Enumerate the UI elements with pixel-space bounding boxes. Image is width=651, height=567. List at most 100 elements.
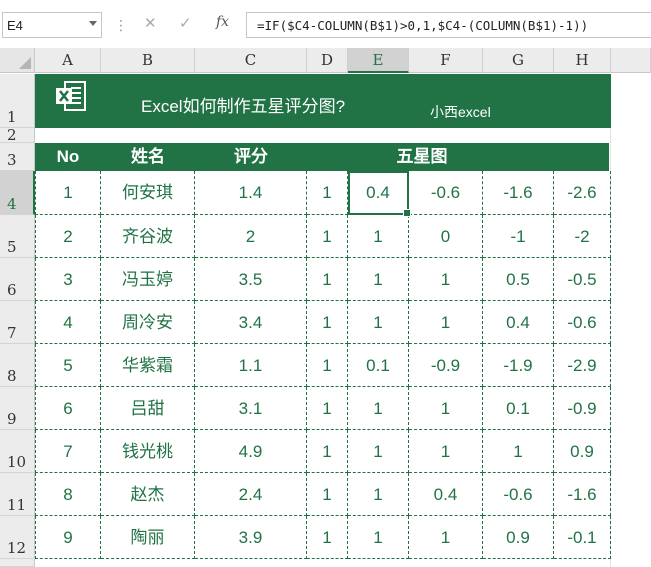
column-header-g[interactable]: G: [483, 48, 554, 73]
cell-score[interactable]: 1.4: [195, 171, 307, 215]
cell-name[interactable]: 何安琪: [101, 171, 195, 215]
cell-d[interactable]: 1: [307, 473, 348, 516]
cell-g[interactable]: 0.5: [483, 258, 554, 301]
drag-handle-icon[interactable]: ⋮: [114, 17, 128, 34]
row-header-13[interactable]: [0, 559, 35, 567]
cell-h[interactable]: -2.6: [554, 171, 611, 215]
cell-g[interactable]: -1.6: [483, 171, 554, 215]
cell-e[interactable]: 1: [348, 516, 409, 559]
cell-d[interactable]: 1: [307, 387, 348, 430]
cell-g[interactable]: -1.9: [483, 344, 554, 387]
cell-f[interactable]: 1: [409, 430, 483, 473]
cell-h[interactable]: -0.6: [554, 301, 611, 344]
cell-no[interactable]: 4: [35, 301, 101, 344]
column-header-b[interactable]: B: [101, 48, 195, 73]
chevron-down-icon[interactable]: [89, 21, 97, 26]
column-header-c[interactable]: C: [195, 48, 307, 73]
row-header-2[interactable]: 2: [0, 126, 35, 144]
cell-g[interactable]: -1: [483, 215, 554, 258]
column-header-i[interactable]: [611, 48, 651, 73]
row-header-7[interactable]: 7: [0, 301, 35, 344]
formula-input[interactable]: =IF($C4-COLUMN(B$1)>0,1,$C4-(COLUMN(B$1)…: [246, 12, 651, 38]
cell-g[interactable]: 0.9: [483, 516, 554, 559]
cell-h[interactable]: 0.9: [554, 430, 611, 473]
cell-e[interactable]: 1: [348, 430, 409, 473]
cell-h[interactable]: -1.6: [554, 473, 611, 516]
column-header-d[interactable]: D: [307, 48, 348, 73]
cell-name[interactable]: 冯玉婷: [101, 258, 195, 301]
cell-d[interactable]: 1: [307, 171, 348, 215]
row-header-10[interactable]: 10: [0, 430, 35, 473]
cell-f[interactable]: -0.9: [409, 344, 483, 387]
cell-no[interactable]: 3: [35, 258, 101, 301]
cell-f[interactable]: 1: [409, 301, 483, 344]
fill-handle[interactable]: [403, 209, 411, 217]
cell-e[interactable]: 1: [348, 258, 409, 301]
cell-score[interactable]: 3.5: [195, 258, 307, 301]
insert-function-icon[interactable]: fx: [216, 14, 229, 30]
cell-e[interactable]: 0.1: [348, 344, 409, 387]
cell-name[interactable]: 钱光桃: [101, 430, 195, 473]
name-box[interactable]: E4: [2, 12, 102, 38]
cell-e[interactable]: 1: [348, 387, 409, 430]
cell-d[interactable]: 1: [307, 301, 348, 344]
cell-h[interactable]: -2.9: [554, 344, 611, 387]
cell-name[interactable]: 齐谷波: [101, 215, 195, 258]
cell-f[interactable]: 1: [409, 258, 483, 301]
cell-g[interactable]: 0.1: [483, 387, 554, 430]
cell-e[interactable]: 1: [348, 215, 409, 258]
cell-no[interactable]: 9: [35, 516, 101, 559]
row-header-5[interactable]: 5: [0, 215, 35, 258]
cell-score[interactable]: 2.4: [195, 473, 307, 516]
cell-f[interactable]: 0.4: [409, 473, 483, 516]
cell-no[interactable]: 6: [35, 387, 101, 430]
cell-no[interactable]: 2: [35, 215, 101, 258]
cell-f[interactable]: 1: [409, 516, 483, 559]
column-header-h[interactable]: H: [554, 48, 611, 73]
cell-h[interactable]: -0.5: [554, 258, 611, 301]
cell-no[interactable]: 7: [35, 430, 101, 473]
cell-score[interactable]: 1.1: [195, 344, 307, 387]
cell-no[interactable]: 1: [35, 171, 101, 215]
column-header-f[interactable]: F: [409, 48, 483, 73]
cell-f[interactable]: -0.6: [409, 171, 483, 215]
row-header-1[interactable]: 1: [0, 74, 35, 128]
cell-d[interactable]: 1: [307, 215, 348, 258]
select-all-button[interactable]: [0, 48, 35, 73]
cell-f[interactable]: 0: [409, 215, 483, 258]
cell-score[interactable]: 2: [195, 215, 307, 258]
cell-h[interactable]: -2: [554, 215, 611, 258]
enter-icon[interactable]: ✓: [179, 14, 192, 32]
cell-score[interactable]: 4.9: [195, 430, 307, 473]
cancel-icon[interactable]: ✕: [144, 14, 157, 32]
cell-h[interactable]: -0.9: [554, 387, 611, 430]
cell-f[interactable]: 1: [409, 387, 483, 430]
cell-g[interactable]: 0.4: [483, 301, 554, 344]
row-header-11[interactable]: 11: [0, 473, 35, 516]
cell-e[interactable]: 1: [348, 473, 409, 516]
cell-d[interactable]: 1: [307, 258, 348, 301]
cell-g[interactable]: -0.6: [483, 473, 554, 516]
cell-score[interactable]: 3.9: [195, 516, 307, 559]
row-header-12[interactable]: 12: [0, 516, 35, 559]
cell-h[interactable]: -0.1: [554, 516, 611, 559]
cell-name[interactable]: 华紫霜: [101, 344, 195, 387]
cell-score[interactable]: 3.1: [195, 387, 307, 430]
cell-name[interactable]: 吕甜: [101, 387, 195, 430]
column-header-e[interactable]: E: [348, 48, 409, 73]
cell-d[interactable]: 1: [307, 344, 348, 387]
cell-d[interactable]: 1: [307, 430, 348, 473]
row-header-9[interactable]: 9: [0, 387, 35, 430]
cell-d[interactable]: 1: [307, 516, 348, 559]
row-header-8[interactable]: 8: [0, 344, 35, 387]
cell-no[interactable]: 8: [35, 473, 101, 516]
cell-name[interactable]: 赵杰: [101, 473, 195, 516]
cell-name[interactable]: 周冷安: [101, 301, 195, 344]
row-header-3[interactable]: 3: [0, 143, 35, 171]
row-header-4[interactable]: 4: [0, 171, 35, 215]
column-header-a[interactable]: A: [35, 48, 101, 73]
row-header-6[interactable]: 6: [0, 258, 35, 301]
cell-name[interactable]: 陶丽: [101, 516, 195, 559]
cell-g[interactable]: 1: [483, 430, 554, 473]
cell-e[interactable]: 1: [348, 301, 409, 344]
